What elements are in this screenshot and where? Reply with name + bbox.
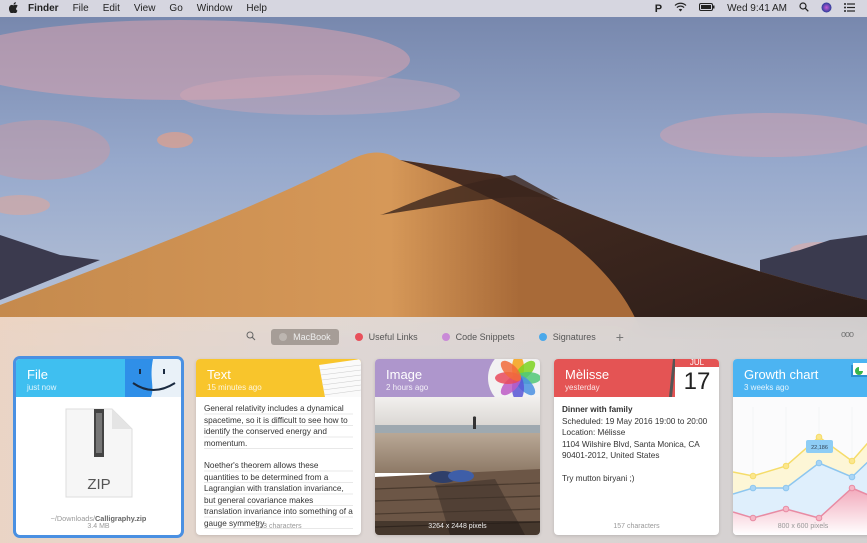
pinboard-color-dot bbox=[354, 333, 363, 341]
text-paragraph: Noether's theorem allows these quantitie… bbox=[204, 460, 353, 529]
pinboard-code-snippets[interactable]: Code Snippets bbox=[434, 329, 523, 345]
pinboard-color-dot bbox=[538, 333, 547, 341]
character-count: 157 characters bbox=[613, 523, 660, 530]
zip-file-icon: ZIP bbox=[65, 408, 133, 498]
pinboard-macbook[interactable]: MacBook bbox=[271, 329, 339, 345]
text-clip-content: General relativity includes a dynamical … bbox=[196, 397, 361, 535]
calendar-month: JUL bbox=[675, 359, 719, 367]
pinboard-toolbar: MacBook Useful Links Code Snippets Signa… bbox=[0, 327, 867, 347]
finder-icon bbox=[125, 359, 181, 397]
clip-card-chart[interactable]: Growth chart 3 weeks ago 22,186 800 x 60… bbox=[733, 359, 867, 535]
card-timestamp: 3 weeks ago bbox=[744, 383, 789, 392]
menu-view[interactable]: View bbox=[134, 3, 156, 14]
chart-tooltip: 22,186 bbox=[811, 445, 828, 451]
paste-shelf: MacBook Useful Links Code Snippets Signa… bbox=[0, 317, 867, 543]
pinboard-label: Signatures bbox=[552, 332, 596, 342]
character-count: 323 characters bbox=[255, 523, 302, 530]
add-pinboard-button[interactable]: + bbox=[616, 329, 624, 345]
card-header: Text 15 minutes ago bbox=[196, 359, 361, 397]
battery-icon[interactable] bbox=[699, 3, 715, 14]
event-schedule: Scheduled: 19 May 2016 19:00 to 20:00 bbox=[562, 416, 708, 426]
svg-text:ZIP: ZIP bbox=[87, 476, 110, 493]
card-header: File just now bbox=[16, 359, 181, 397]
menu-edit[interactable]: Edit bbox=[103, 3, 120, 14]
image-dimensions: 3264 x 2448 pixels bbox=[428, 523, 487, 530]
beach-photo bbox=[375, 397, 540, 535]
text-paragraph: General relativity includes a dynamical … bbox=[204, 403, 353, 449]
siri-icon[interactable] bbox=[821, 2, 832, 16]
menu-window[interactable]: Window bbox=[197, 3, 233, 14]
paste-app-icon[interactable]: P bbox=[655, 3, 662, 15]
menu-file[interactable]: File bbox=[73, 3, 89, 14]
notes-icon bbox=[319, 359, 361, 397]
menu-clock[interactable]: Wed 9:41 AM bbox=[727, 3, 787, 14]
file-name: Calligraphy.zip bbox=[95, 514, 147, 523]
menu-help[interactable]: Help bbox=[246, 3, 267, 14]
photos-app-icon bbox=[488, 359, 540, 397]
file-directory: ~/Downloads/ bbox=[50, 514, 96, 523]
pinboard-label: MacBook bbox=[293, 332, 331, 342]
growth-chart-preview: 22,186 bbox=[733, 397, 867, 535]
file-path: ~/Downloads/Calligraphy.zip bbox=[16, 514, 181, 523]
menu-app-name[interactable]: Finder bbox=[28, 3, 59, 14]
desktop-wallpaper bbox=[0, 0, 867, 330]
clip-card-text[interactable]: Text 15 minutes ago General relativity i… bbox=[196, 359, 361, 535]
pinboard-color-dot bbox=[441, 333, 450, 341]
card-header: Image 2 hours ago bbox=[375, 359, 540, 397]
image-dimensions: 800 x 600 pixels bbox=[777, 523, 829, 530]
spotlight-search-icon[interactable] bbox=[799, 2, 809, 15]
event-location: Location: Mélisse bbox=[562, 428, 626, 437]
card-header: Growth chart 3 weeks ago bbox=[733, 359, 867, 397]
pinboard-label: Code Snippets bbox=[455, 332, 515, 342]
menu-go[interactable]: Go bbox=[169, 3, 182, 14]
pinboard-label: Useful Links bbox=[368, 332, 418, 342]
wifi-icon[interactable] bbox=[674, 2, 687, 15]
calendar-day: 17 bbox=[683, 368, 711, 395]
pinboard-signatures[interactable]: Signatures bbox=[531, 329, 604, 345]
file-size: 3.4 MB bbox=[87, 523, 110, 530]
event-title: Dinner with family bbox=[562, 405, 633, 414]
more-options-button[interactable]: ooo bbox=[841, 329, 854, 339]
calendar-icon: JUL 17 bbox=[669, 359, 719, 397]
menu-bar: Finder File Edit View Go Window Help P W… bbox=[0, 0, 867, 17]
pinboard-color-dot bbox=[279, 333, 288, 341]
numbers-app-icon bbox=[851, 363, 867, 377]
event-details: Dinner with family Scheduled: 19 May 201… bbox=[554, 397, 719, 491]
shelf-search-icon[interactable] bbox=[243, 331, 259, 344]
event-address: 1104 Wilshire Blvd, Santa Monica, CA 904… bbox=[562, 439, 700, 461]
clip-card-image[interactable]: Image 2 hours ago 3264 x 2448 pixels bbox=[375, 359, 540, 535]
apple-menu-icon[interactable] bbox=[0, 1, 28, 16]
event-note: Try mutton biryani ;) bbox=[562, 473, 635, 483]
notification-center-icon[interactable] bbox=[844, 2, 855, 15]
card-header: Mèlisse yesterday JUL 17 bbox=[554, 359, 719, 397]
pinboard-useful-links[interactable]: Useful Links bbox=[347, 329, 426, 345]
clip-card-event[interactable]: Mèlisse yesterday JUL 17 Dinner with fam… bbox=[554, 359, 719, 535]
clip-card-file[interactable]: File just now ZIP ~/Downloads/Calligraph… bbox=[16, 359, 181, 535]
